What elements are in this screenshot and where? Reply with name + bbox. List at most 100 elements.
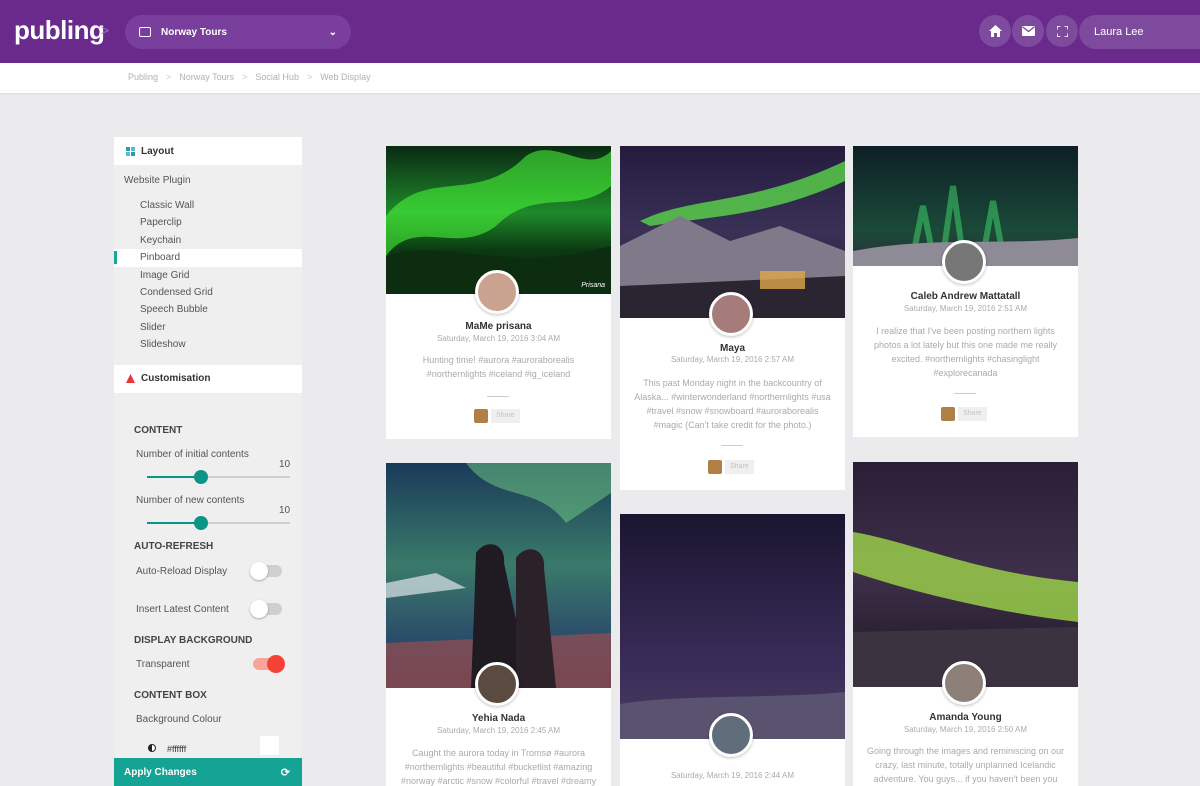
post-author[interactable]: MaMe prisana bbox=[386, 321, 611, 332]
post-date: Saturday, March 19, 2016 2:44 AM bbox=[670, 771, 795, 780]
new-contents-slider-handle[interactable] bbox=[194, 516, 209, 530]
insert-latest-label: Insert Latest Content bbox=[136, 604, 229, 615]
post-text: I realize that I've been posting norther… bbox=[873, 326, 1058, 378]
customisation-icon bbox=[126, 374, 135, 384]
breadcrumb-item[interactable]: Social Hub bbox=[255, 72, 299, 82]
share-icon bbox=[941, 407, 955, 421]
share-control[interactable]: Share bbox=[474, 409, 520, 423]
settings-sidebar: Layout Website Plugin Classic Wall Paperc… bbox=[114, 137, 302, 786]
layout-option[interactable]: Speech Bubble bbox=[114, 301, 302, 318]
chevron-right-icon: > bbox=[101, 22, 110, 38]
toggle-knob bbox=[250, 600, 268, 618]
project-selector[interactable]: Norway Tours ⌄ bbox=[125, 15, 351, 49]
project-name: Norway Tours bbox=[161, 26, 227, 38]
contrast-icon bbox=[148, 744, 156, 752]
toggle-knob bbox=[267, 655, 285, 673]
share-control[interactable]: Share bbox=[708, 460, 754, 474]
share-button[interactable]: Share bbox=[491, 409, 520, 423]
post-photo[interactable] bbox=[620, 514, 845, 739]
breadcrumb-item[interactable]: Publing bbox=[128, 72, 158, 82]
layout-option[interactable]: Classic Wall bbox=[114, 197, 302, 214]
layout-option[interactable]: Paperclip bbox=[114, 214, 302, 231]
divider bbox=[721, 445, 743, 446]
apply-changes-label: Apply Changes bbox=[124, 766, 197, 778]
post-card[interactable]: Maya Saturday, March 19, 2016 2:57 AM Th… bbox=[620, 146, 845, 490]
display-background-title: DISPLAY BACKGROUND bbox=[134, 635, 253, 646]
refresh-icon: ⟳ bbox=[280, 766, 290, 779]
post-date: Saturday, March 19, 2016 2:50 AM bbox=[903, 725, 1028, 734]
post-author[interactable]: Caleb Andrew Mattatall bbox=[853, 291, 1078, 302]
initial-contents-slider-handle[interactable] bbox=[194, 470, 209, 484]
layout-option[interactable]: Slideshow bbox=[114, 336, 302, 353]
post-date: Saturday, March 19, 2016 3:04 AM bbox=[436, 334, 561, 343]
fullscreen-button[interactable] bbox=[1046, 15, 1078, 47]
user-menu[interactable]: Laura Lee bbox=[1079, 15, 1200, 49]
home-icon bbox=[988, 25, 1002, 37]
background-colour-value[interactable]: #ffffff bbox=[167, 744, 186, 754]
post-author[interactable]: Maya bbox=[620, 343, 845, 354]
divider bbox=[487, 396, 509, 397]
post-text: This past Monday night in the backcountr… bbox=[634, 378, 831, 430]
share-button[interactable]: Share bbox=[725, 460, 754, 474]
avatar[interactable] bbox=[475, 662, 519, 706]
transparent-toggle[interactable] bbox=[253, 655, 285, 673]
auto-reload-toggle[interactable] bbox=[250, 562, 282, 580]
customisation-title: Customisation bbox=[141, 373, 211, 385]
home-button[interactable] bbox=[979, 15, 1011, 47]
auto-refresh-title: AUTO-REFRESH bbox=[134, 541, 214, 552]
layout-section-header[interactable]: Layout bbox=[114, 137, 302, 165]
initial-contents-value: 10 bbox=[279, 459, 291, 470]
post-card[interactable]: Amanda Young Saturday, March 19, 2016 2:… bbox=[853, 462, 1078, 786]
avatar[interactable] bbox=[475, 270, 519, 314]
post-author[interactable]: Yehia Nada bbox=[386, 713, 611, 724]
store-icon bbox=[139, 27, 151, 37]
avatar[interactable] bbox=[942, 240, 986, 284]
app-logo[interactable]: publing bbox=[14, 15, 105, 46]
apply-changes-button[interactable]: Apply Changes ⟳ bbox=[114, 758, 302, 786]
breadcrumb-item[interactable]: Norway Tours bbox=[179, 72, 234, 82]
layout-option[interactable]: Pinboard bbox=[114, 249, 302, 267]
layout-option[interactable]: Condensed Grid bbox=[114, 284, 302, 301]
post-author[interactable]: Amanda Young bbox=[853, 712, 1078, 723]
avatar[interactable] bbox=[709, 292, 753, 336]
share-button[interactable]: Share bbox=[958, 407, 987, 421]
breadcrumb: Publing > Norway Tours > Social Hub > Web D… bbox=[128, 72, 371, 82]
post-text: Going through the images and reminiscing… bbox=[866, 746, 1065, 784]
initial-contents-fill bbox=[147, 476, 202, 478]
post-photo[interactable] bbox=[853, 462, 1078, 687]
colour-swatch[interactable] bbox=[260, 736, 279, 755]
share-control[interactable]: Share bbox=[941, 407, 987, 421]
post-date: Saturday, March 19, 2016 2:45 AM bbox=[436, 726, 561, 735]
post-card[interactable]: Caleb Andrew Mattatall Saturday, March 1… bbox=[853, 146, 1078, 437]
divider bbox=[954, 393, 976, 394]
initial-contents-label: Number of initial contents bbox=[136, 449, 249, 460]
post-card[interactable]: Yehia Nada Saturday, March 19, 2016 2:45… bbox=[386, 463, 611, 786]
layout-option[interactable]: Slider bbox=[114, 319, 302, 336]
photo-caption: Prisana bbox=[581, 282, 605, 289]
chevron-down-icon: ⌄ bbox=[328, 26, 337, 38]
post-text: Hunting time! #aurora #auroraborealis #n… bbox=[422, 355, 575, 379]
auto-reload-label: Auto-Reload Display bbox=[136, 566, 228, 577]
avatar[interactable] bbox=[709, 713, 753, 757]
post-photo[interactable] bbox=[386, 463, 611, 688]
customisation-section-header[interactable]: Customisation bbox=[114, 364, 302, 393]
transparent-label: Transparent bbox=[136, 659, 190, 670]
mail-button[interactable] bbox=[1012, 15, 1044, 47]
breadcrumb-bar: Publing > Norway Tours > Social Hub > Web D… bbox=[0, 63, 1200, 93]
post-card[interactable]: Saturday, March 19, 2016 2:44 AM bbox=[620, 514, 845, 786]
post-text: Caught the aurora today in Tromsø #auror… bbox=[400, 748, 597, 786]
insert-latest-toggle[interactable] bbox=[250, 600, 282, 618]
fullscreen-icon bbox=[1056, 25, 1068, 37]
layout-icon bbox=[126, 146, 135, 156]
mail-icon bbox=[1021, 26, 1035, 36]
plugin-title: Website Plugin bbox=[124, 175, 191, 186]
content-group-title: CONTENT bbox=[134, 425, 183, 436]
layout-option[interactable]: Image Grid bbox=[114, 267, 302, 284]
avatar[interactable] bbox=[942, 661, 986, 705]
post-date: Saturday, March 19, 2016 2:57 AM bbox=[670, 355, 795, 364]
toggle-knob bbox=[250, 562, 268, 580]
post-card[interactable]: Prisana MaMe prisana Saturday, March 19,… bbox=[386, 146, 611, 439]
breadcrumb-item[interactable]: Web Display bbox=[320, 72, 370, 82]
new-contents-label: Number of new contents bbox=[136, 495, 245, 506]
layout-option[interactable]: Keychain bbox=[114, 232, 302, 249]
